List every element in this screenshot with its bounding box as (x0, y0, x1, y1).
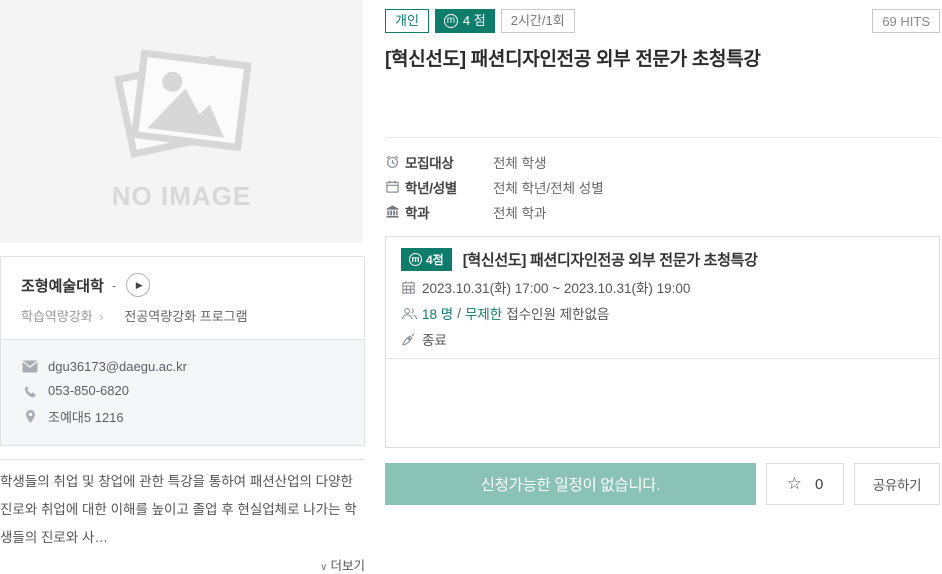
hits-badge: 69 HITS (872, 9, 940, 33)
photo-icon (97, 32, 267, 177)
play-icon: ▶ (136, 280, 143, 291)
badges-row: 개인 m 4 점 2시간/1회 69 HITS (385, 9, 940, 33)
point-badge-label: 4 점 (463, 13, 486, 29)
organizer-card: 조형예술대학 - ▶ 학습역량강화 › 전공역량강화 프로그램 (0, 256, 365, 446)
type-badge: 개인 (385, 9, 429, 33)
breadcrumb-parent: 학습역량강화 (21, 309, 93, 324)
pen-icon (401, 332, 422, 347)
schedule-title: [혁신선도] 패션디자인전공 외부 전문가 초청특강 (463, 249, 758, 270)
capacity-separator: / (457, 306, 461, 321)
program-description: 학생들의 취업 및 창업에 관한 특강을 통하여 패션산업의 다양한 진로와 취… (0, 459, 365, 574)
program-detail-page: NO IMAGE 조형예술대학 - ▶ 학습역량강화 › 전공역량강화 프로그램 (0, 0, 942, 535)
capacity-note: 접수인원 제한없음 (506, 303, 609, 323)
chevron-down-icon: ∨ (320, 562, 327, 573)
schedule-date-row: 2023.10.31(화) 17:00 ~ 2023.10.31(화) 19:0… (401, 277, 924, 297)
schedule-capacity-row: 18 명 / 무제한 접수인원 제한없음 (401, 303, 924, 323)
star-icon: ☆ (787, 474, 802, 494)
info-value: 전체 학생 (493, 152, 546, 172)
organizer-name: 조형예술대학 (21, 275, 104, 296)
organizer-location: 조예대5 1216 (48, 407, 124, 426)
calendar-icon (385, 179, 405, 194)
play-button[interactable]: ▶ (126, 273, 150, 297)
breadcrumb: 학습역량강화 › 전공역량강화 프로그램 (21, 306, 344, 325)
schedule-empty-area (386, 358, 939, 447)
map-pin-icon (21, 409, 39, 424)
actions-row: 신청가능한 일정이 없습니다. ☆ 0 공유하기 (385, 463, 940, 505)
mileage-icon: m (409, 253, 422, 266)
share-button[interactable]: 공유하기 (854, 463, 940, 505)
no-image-label: NO IMAGE (112, 181, 251, 212)
more-label: 더보기 (330, 559, 365, 573)
schedule-date-range: 2023.10.31(화) 17:00 ~ 2023.10.31(화) 19:0… (422, 277, 690, 297)
duration-badge: 2시간/1회 (501, 9, 575, 33)
organizer-phone: 053-850-6820 (48, 383, 129, 398)
left-column: NO IMAGE 조형예술대학 - ▶ 학습역량강화 › 전공역량강화 프로그램 (0, 0, 365, 574)
apply-button[interactable]: 신청가능한 일정이 없습니다. (385, 463, 756, 505)
schedule-status-row: 종료 (401, 329, 924, 349)
alarm-clock-icon (385, 154, 405, 169)
capacity-max: 무제한 (465, 303, 502, 323)
page-title: [혁신선도] 패션디자인전공 외부 전문가 초청특강 (385, 44, 940, 71)
schedule-point-label: 4점 (426, 251, 444, 268)
info-row-target: 모집대상 전체 학생 (385, 149, 940, 174)
schedule-status: 종료 (422, 329, 447, 349)
info-label: 모집대상 (405, 152, 493, 172)
schedule-card-main: m 4점 [혁신선도] 패션디자인전공 외부 전문가 초청특강 2023.10.… (386, 237, 939, 358)
organizer-header: 조형예술대학 - ▶ 학습역량강화 › 전공역량강화 프로그램 (1, 257, 364, 339)
info-value: 전체 학년/전체 성별 (493, 177, 604, 197)
favorite-button[interactable]: ☆ 0 (766, 463, 844, 505)
capacity-current: 18 명 (422, 303, 453, 323)
people-icon (401, 306, 422, 321)
contact-phone-row: 053-850-6820 (21, 383, 344, 398)
favorite-count: 0 (815, 476, 823, 493)
no-image-placeholder: NO IMAGE (0, 0, 363, 243)
point-badge: m 4 점 (435, 9, 495, 33)
right-column: 개인 m 4 점 2시간/1회 69 HITS [혁신선도] 패션디자인전공 외… (385, 0, 940, 505)
organizer-dash: - (112, 278, 116, 293)
info-label: 학년/성별 (405, 177, 493, 197)
contact-email-row: dgu36173@daegu.ac.kr (21, 359, 344, 374)
schedule-card: m 4점 [혁신선도] 패션디자인전공 외부 전문가 초청특강 2023.10.… (385, 236, 940, 448)
info-row-grade-gender: 학년/성별 전체 학년/전체 성별 (385, 174, 940, 199)
more-link[interactable]: ∨더보기 (0, 555, 365, 574)
contact-location-row: 조예대5 1216 (21, 407, 344, 426)
calendar-grid-icon (401, 280, 422, 295)
organizer-email: dgu36173@daegu.ac.kr (48, 359, 187, 374)
breadcrumb-child: 전공역량강화 프로그램 (124, 309, 247, 324)
mileage-icon: m (444, 14, 458, 28)
info-label: 학과 (405, 202, 493, 222)
info-row-department: 학과 전체 학과 (385, 199, 940, 224)
info-value: 전체 학과 (493, 202, 546, 222)
bank-icon (385, 204, 405, 219)
email-icon (21, 360, 39, 373)
chevron-right-icon: › (99, 309, 103, 324)
schedule-point-badge: m 4점 (401, 248, 452, 271)
program-info-section: 모집대상 전체 학생 학년/성별 전체 학년/전체 성별 학과 전체 학과 (385, 137, 940, 224)
organizer-contact: dgu36173@daegu.ac.kr 053-850-6820 조예대5 1… (1, 339, 364, 445)
phone-icon (21, 384, 39, 398)
description-text: 학생들의 취업 및 창업에 관한 특강을 통하여 패션산업의 다양한 진로와 취… (0, 468, 365, 552)
